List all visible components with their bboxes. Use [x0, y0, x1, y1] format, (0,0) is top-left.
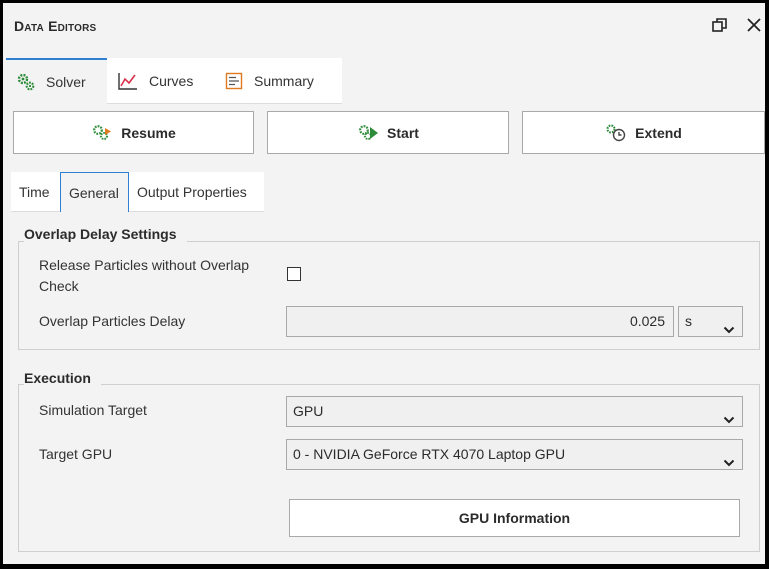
extend-label: Extend — [635, 124, 682, 141]
release-particles-label-line1: Release Particles without Overlap — [39, 257, 250, 273]
document-list-icon — [224, 71, 244, 91]
data-editors-window: Data Editors Solver Curves Summary Resum… — [3, 3, 765, 564]
resume-icon — [91, 123, 113, 143]
delay-unit-value: s — [685, 313, 692, 329]
overlap-delay-label: Overlap Particles Delay — [39, 313, 186, 329]
chevron-down-icon — [723, 449, 735, 478]
tab-summary-label: Summary — [254, 72, 314, 89]
chevron-down-icon — [723, 406, 735, 435]
close-icon[interactable] — [744, 15, 764, 35]
simulation-target-label: Simulation Target — [39, 402, 147, 418]
simulation-target-select[interactable]: GPU — [286, 396, 743, 427]
window-title: Data Editors — [14, 18, 97, 34]
tab-curves-label: Curves — [149, 72, 194, 89]
tab-solver-label: Solver — [46, 74, 86, 90]
start-button[interactable]: Start — [267, 111, 509, 154]
extend-icon — [605, 123, 627, 143]
target-gpu-value: 0 - NVIDIA GeForce RTX 4070 Laptop GPU — [293, 446, 566, 462]
tab-curves[interactable]: Curves — [107, 58, 214, 104]
gpu-information-button[interactable]: GPU Information — [289, 499, 740, 537]
resume-button[interactable]: Resume — [13, 111, 254, 154]
execution-title: Execution — [24, 370, 101, 386]
simulation-target-value: GPU — [293, 403, 324, 419]
release-particles-label-line2: Check — [39, 278, 79, 294]
gears-icon — [16, 72, 36, 92]
title-bar: Data Editors — [3, 3, 765, 48]
restore-icon[interactable] — [710, 15, 730, 35]
resume-label: Resume — [121, 124, 176, 141]
extend-button[interactable]: Extend — [522, 111, 765, 154]
subtab-general[interactable]: General — [60, 172, 129, 212]
tab-solver[interactable]: Solver — [6, 58, 107, 104]
release-particles-checkbox[interactable] — [287, 267, 301, 281]
target-gpu-label: Target GPU — [39, 446, 113, 462]
overlap-delay-input[interactable]: 0.025 — [286, 306, 674, 337]
delay-unit-select[interactable]: s — [678, 306, 743, 337]
tab-summary[interactable]: Summary — [214, 58, 342, 104]
overlap-delay-title: Overlap Delay Settings — [24, 226, 187, 242]
release-particles-label: Release Particles without Overlap Check — [39, 255, 249, 297]
line-chart-icon — [117, 71, 139, 91]
subtab-time[interactable]: Time — [11, 172, 61, 212]
start-icon — [357, 123, 379, 143]
chevron-down-icon — [723, 316, 735, 345]
start-label: Start — [387, 124, 419, 141]
target-gpu-select[interactable]: 0 - NVIDIA GeForce RTX 4070 Laptop GPU — [286, 439, 743, 470]
subtab-output-properties[interactable]: Output Properties — [129, 172, 264, 212]
